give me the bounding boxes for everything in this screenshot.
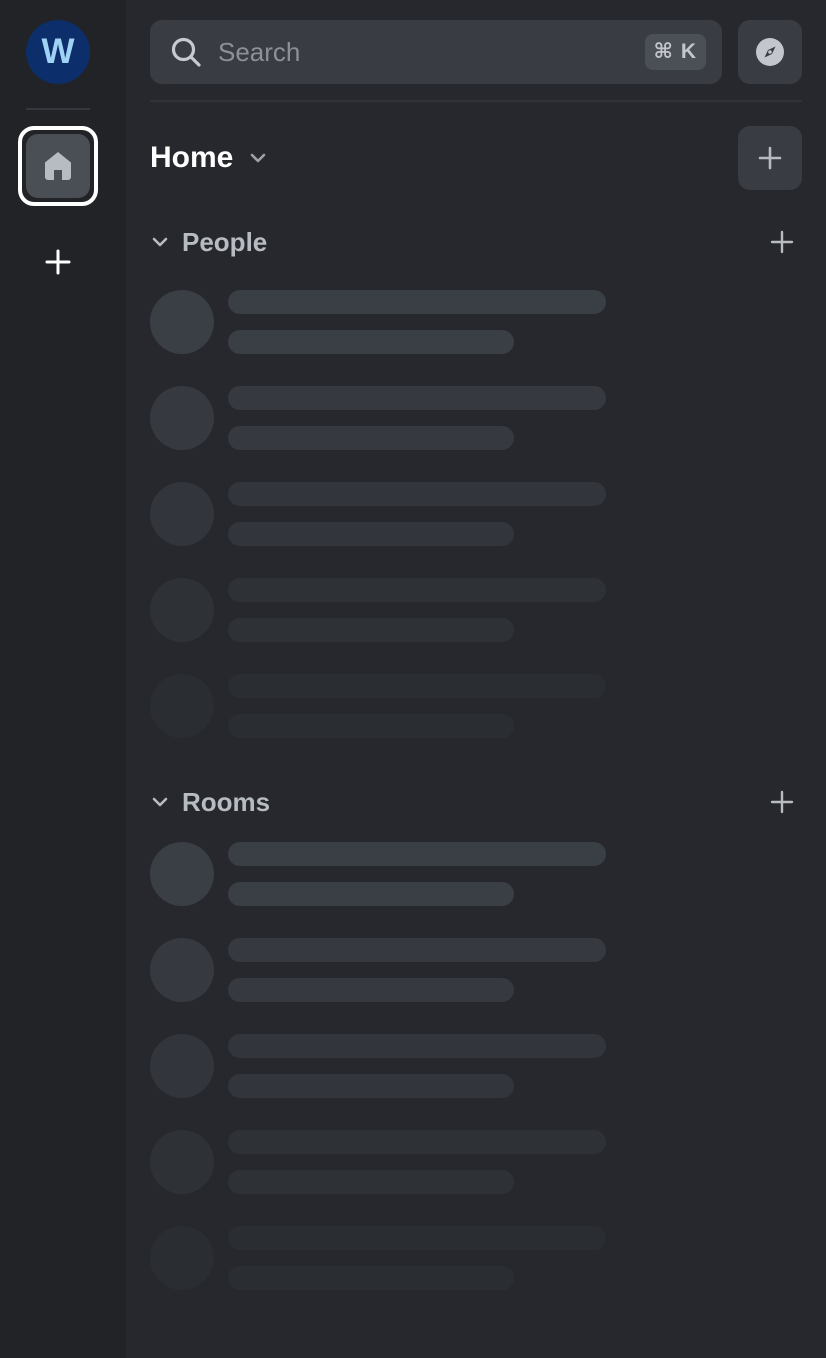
rooms-section-header: Rooms (150, 782, 802, 822)
rail-divider (26, 108, 90, 110)
page-title: Home (150, 141, 234, 174)
list-item-placeholder (150, 674, 606, 738)
text-placeholder (228, 1226, 606, 1250)
add-person-button[interactable] (762, 222, 802, 262)
avatar-placeholder (150, 1034, 214, 1098)
avatar-placeholder (150, 674, 214, 738)
avatar-placeholder (150, 578, 214, 642)
avatar-placeholder (150, 1130, 214, 1194)
rooms-section-title: Rooms (182, 786, 271, 817)
app-window: W Search ⌘ K Home People Rooms (0, 0, 826, 1358)
text-placeholder (228, 426, 514, 450)
avatar-placeholder (150, 1226, 214, 1290)
avatar-initial: W (41, 32, 75, 71)
text-placeholder (228, 330, 514, 354)
chevron-down-icon (152, 237, 168, 247)
list-item-placeholder (150, 938, 606, 1002)
search-placeholder: Search (218, 37, 301, 67)
home-icon (45, 152, 71, 180)
space-rail: W (0, 0, 126, 1358)
people-section-toggle[interactable]: People (150, 222, 267, 262)
text-placeholder (228, 1266, 514, 1290)
text-placeholder (228, 578, 606, 602)
text-placeholder (228, 522, 514, 546)
search-bar[interactable]: Search ⌘ K (150, 20, 722, 84)
list-item-placeholder (150, 842, 606, 906)
user-avatar[interactable]: W (26, 20, 90, 84)
search-icon (171, 37, 201, 67)
avatar-placeholder (150, 290, 214, 354)
add-space-button[interactable] (38, 242, 78, 282)
list-item-placeholder (150, 578, 606, 642)
avatar-placeholder (150, 842, 214, 906)
text-placeholder (228, 1074, 514, 1098)
home-space-tile (26, 134, 90, 198)
home-space-button[interactable] (18, 126, 98, 206)
add-room-button[interactable] (762, 782, 802, 822)
avatar-placeholder (150, 386, 214, 450)
chevron-down-icon (251, 153, 266, 163)
list-item-placeholder (150, 386, 606, 450)
list-item-placeholder (150, 1226, 606, 1290)
plus-icon (45, 249, 71, 275)
avatar-placeholder (150, 938, 214, 1002)
plus-icon (770, 230, 794, 254)
plus-icon (770, 790, 794, 814)
people-section-title: People (182, 226, 268, 257)
explore-rooms-button[interactable] (738, 20, 802, 84)
text-placeholder (228, 618, 514, 642)
text-placeholder (228, 842, 606, 866)
list-item-placeholder (150, 482, 606, 546)
header-divider (150, 100, 802, 102)
text-placeholder (228, 1034, 606, 1058)
home-menu-button[interactable]: Home (150, 126, 269, 190)
avatar-placeholder (150, 482, 214, 546)
text-placeholder (228, 482, 606, 506)
text-placeholder (228, 290, 606, 314)
text-placeholder (228, 714, 514, 738)
list-item-placeholder (150, 1034, 606, 1098)
text-placeholder (228, 978, 514, 1002)
people-section-header: People (150, 222, 802, 262)
search-shortcut-badge: ⌘ K (644, 34, 706, 70)
compass-icon (756, 38, 784, 66)
list-item-placeholder (150, 1130, 606, 1194)
plus-icon (758, 146, 782, 170)
text-placeholder (228, 882, 514, 906)
text-placeholder (228, 1170, 514, 1194)
chevron-down-icon (152, 797, 168, 807)
list-item-placeholder (150, 290, 606, 354)
home-add-button[interactable] (738, 126, 802, 190)
text-placeholder (228, 938, 606, 962)
rooms-section-toggle[interactable]: Rooms (150, 782, 270, 822)
text-placeholder (228, 386, 606, 410)
text-placeholder (228, 674, 606, 698)
text-placeholder (228, 1130, 606, 1154)
